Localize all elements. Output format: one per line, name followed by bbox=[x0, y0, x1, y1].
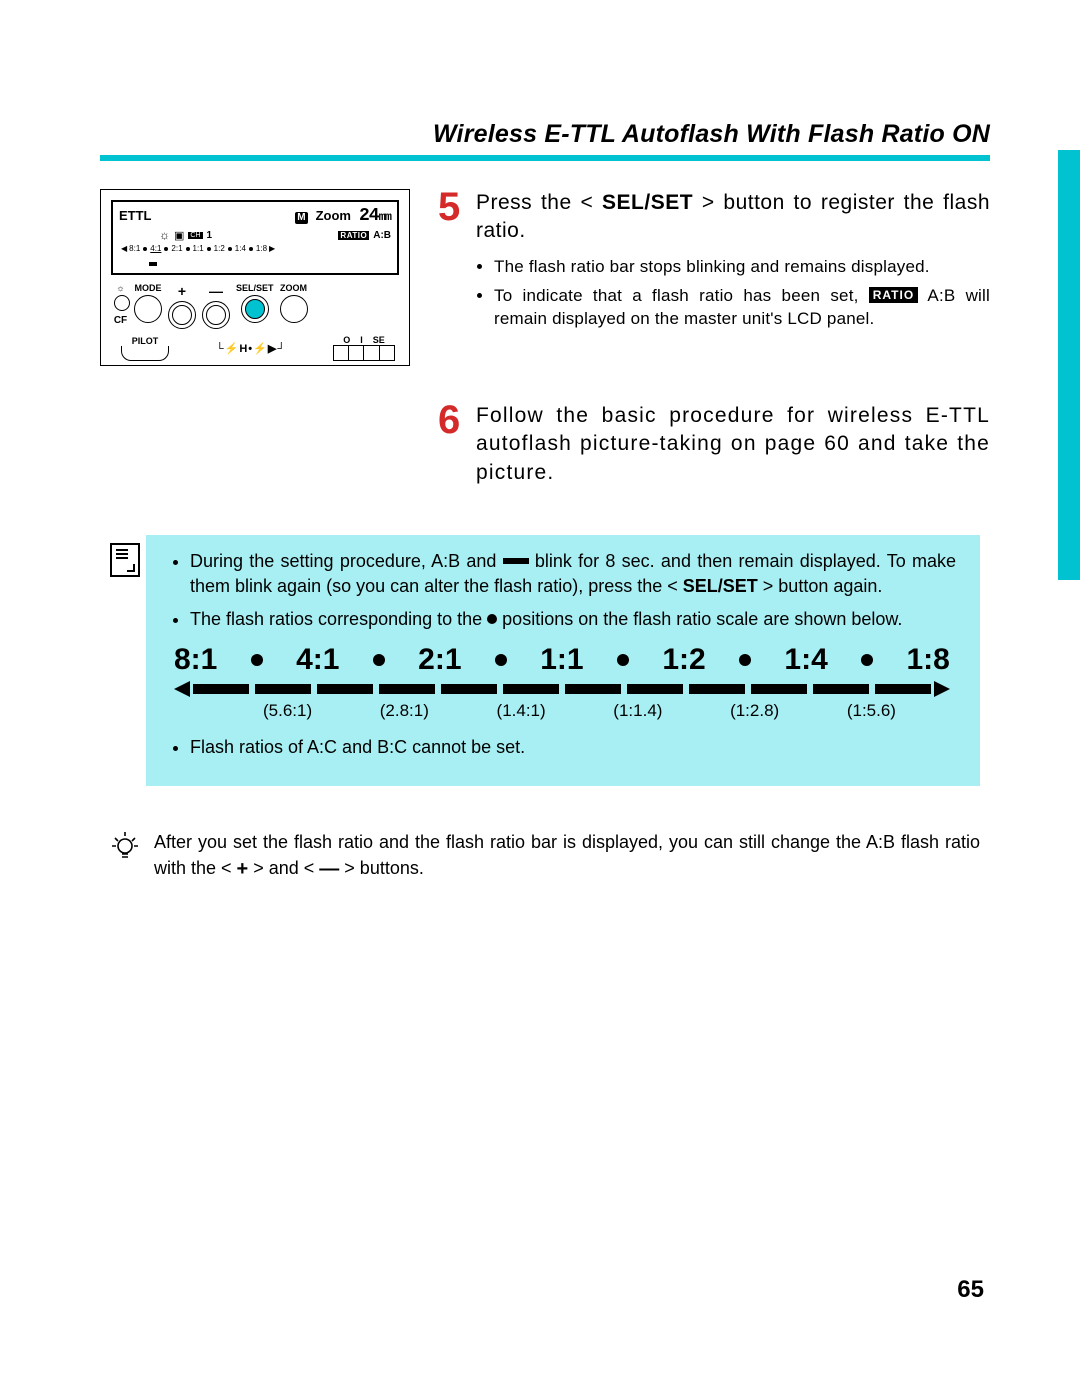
label-se: SE bbox=[373, 335, 385, 345]
section-tab bbox=[1058, 150, 1080, 580]
lcd-zoom-label: Zoom bbox=[316, 208, 351, 223]
wireless-icon: ☼ bbox=[159, 228, 170, 242]
label-minus: — bbox=[209, 283, 223, 299]
lcd-zoom-unit: mm bbox=[379, 210, 391, 224]
selset-button[interactable] bbox=[241, 295, 269, 323]
title-rule bbox=[100, 155, 990, 161]
lcd-zoom-value: 24 bbox=[359, 206, 379, 226]
lcd-ch-value: 1 bbox=[207, 230, 213, 241]
step-number: 5 bbox=[438, 189, 466, 337]
step-number: 6 bbox=[438, 402, 466, 487]
plus-icon: + bbox=[237, 858, 249, 880]
lcd-ab: A:B bbox=[373, 230, 391, 241]
zoom-button[interactable] bbox=[280, 295, 308, 323]
label-off: O bbox=[343, 335, 350, 345]
pilot-button[interactable] bbox=[121, 346, 169, 361]
note-icon bbox=[110, 543, 140, 577]
bar-icon bbox=[503, 558, 529, 564]
big-ratio-scale: 8:1 4:1 2:1 1:1 1:2 1:4 1:8 bbox=[174, 643, 950, 677]
step6-text: Follow the basic procedure for wireless … bbox=[476, 402, 990, 487]
label-plus: + bbox=[178, 283, 186, 299]
sub-ratio-values: (5.6:1) (2.8:1) (1.4:1) (1:1.4) (1:2.8) … bbox=[263, 701, 896, 721]
flash-unit-illustration: ETTL M Zoom 24mm ☼ ▣ CH 1 RATIO A:B ◀ bbox=[100, 189, 410, 366]
minus-button[interactable] bbox=[202, 301, 230, 329]
label-zoom: ZOOM bbox=[280, 283, 307, 293]
lcd-panel: ETTL M Zoom 24mm ☼ ▣ CH 1 RATIO A:B ◀ bbox=[111, 200, 399, 275]
tip-block: After you set the flash ratio and the fl… bbox=[110, 830, 980, 883]
step5-bullet-1: The flash ratio bar stops blinking and r… bbox=[494, 256, 990, 279]
note-bullet-1: During the setting procedure, A:B and bl… bbox=[190, 549, 956, 599]
page-title: Wireless E-TTL Autoflash With Flash Rati… bbox=[100, 120, 990, 149]
bolt-icons: └⚡H•⚡▶┘ bbox=[216, 342, 286, 355]
lcd-ratio-scale: ◀ 8:1 4:1 2:1 1:1 1:2 1:4 1:8 ▶ bbox=[119, 244, 391, 253]
note-bullet-2: The flash ratios corresponding to the po… bbox=[190, 607, 956, 632]
lcd-m-icon: M bbox=[295, 212, 307, 224]
lamp-icon: ☼ bbox=[116, 283, 124, 293]
lcd-ratio-tag: RATIO bbox=[338, 231, 369, 240]
minus-icon: — bbox=[319, 858, 339, 880]
dot-icon bbox=[487, 614, 497, 624]
label-pilot: PILOT bbox=[132, 336, 159, 346]
mode-button[interactable] bbox=[134, 295, 162, 323]
label-on: I bbox=[360, 335, 363, 345]
ratio-scale-bar bbox=[174, 681, 950, 697]
label-mode: MODE bbox=[135, 283, 162, 293]
lcd-ch-label: CH bbox=[188, 232, 202, 239]
ratio-tag-inline: RATIO bbox=[869, 287, 918, 303]
step-6: 6 Follow the basic procedure for wireles… bbox=[438, 402, 990, 487]
label-cf: CF bbox=[114, 315, 127, 326]
lcd-mode: ETTL bbox=[119, 208, 152, 223]
label-selset: SEL/SET bbox=[236, 283, 274, 293]
ready-lamp bbox=[114, 295, 130, 311]
step5-btnname: SEL/SET bbox=[602, 191, 693, 214]
step5-bullet-2: To indicate that a flash ratio has been … bbox=[494, 285, 990, 331]
plus-button[interactable] bbox=[168, 301, 196, 329]
note-bullet-3: Flash ratios of A:C and B:C cannot be se… bbox=[190, 735, 956, 760]
step5-text-a: Press the < bbox=[476, 191, 593, 214]
power-switch[interactable] bbox=[333, 345, 395, 361]
lightbulb-icon bbox=[110, 830, 140, 883]
page-number: 65 bbox=[957, 1276, 984, 1304]
note-box: During the setting procedure, A:B and bl… bbox=[146, 535, 980, 786]
camera-icon: ▣ bbox=[174, 229, 184, 242]
step-5: 5 Press the < SEL/SET > button to regist… bbox=[438, 189, 990, 337]
